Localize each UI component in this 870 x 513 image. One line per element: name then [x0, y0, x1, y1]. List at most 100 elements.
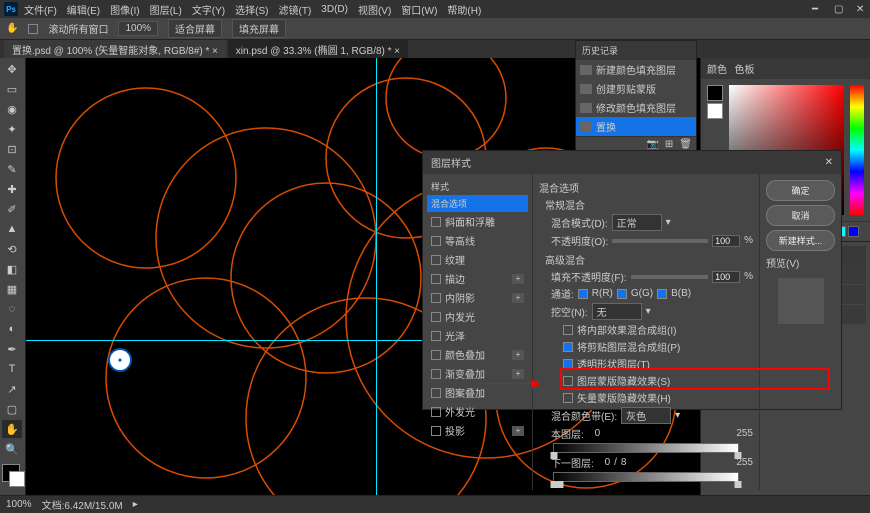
menu-filter[interactable]: 滤镜(T)	[275, 0, 316, 19]
under-layer-slider[interactable]	[553, 472, 739, 482]
menu-image[interactable]: 图像(I)	[106, 0, 143, 19]
camera-icon[interactable]: 📷	[646, 139, 658, 150]
tab-close-icon[interactable]: ×	[212, 46, 218, 57]
hand-tool[interactable]: ✋	[2, 420, 22, 438]
new-style-button[interactable]: 新建样式...	[766, 230, 835, 251]
minimize-icon[interactable]: ━	[808, 2, 822, 17]
history-item[interactable]: 创建剪贴蒙版	[576, 79, 696, 98]
menu-file[interactable]: 文件(F)	[20, 0, 61, 19]
history-panel[interactable]: 历史记录 新建颜色填充图层 创建剪贴蒙版 修改颜色填充图层 置换 📷 ⊞ 🗑	[575, 40, 697, 153]
zoom-tool[interactable]: 🔍	[2, 440, 22, 458]
menu-window[interactable]: 窗口(W)	[397, 0, 441, 19]
close-icon[interactable]: ✕	[852, 2, 866, 17]
channel-b-checkbox[interactable]	[657, 289, 667, 299]
shape-tool[interactable]: ▢	[2, 400, 22, 418]
this-layer-slider[interactable]	[553, 443, 739, 453]
fit-screen-button[interactable]: 适合屏幕	[168, 19, 222, 38]
style-item[interactable]: 描边+	[427, 269, 528, 288]
style-item[interactable]: 投影+	[427, 421, 528, 440]
bg-color[interactable]	[707, 103, 723, 119]
menu-help[interactable]: 帮助(H)	[443, 0, 485, 19]
style-item[interactable]: 内阴影+	[427, 288, 528, 307]
knockout-select[interactable]: 无	[592, 303, 642, 320]
blend-options-item[interactable]: 混合选项	[427, 195, 528, 212]
style-checkbox[interactable]	[431, 350, 441, 360]
color-swatch[interactable]	[2, 464, 20, 482]
dialog-close-icon[interactable]: ✕	[825, 157, 833, 168]
zoom-100-button[interactable]: 100%	[118, 21, 158, 36]
cancel-button[interactable]: 取消	[766, 205, 835, 226]
style-item[interactable]: 颜色叠加+	[427, 345, 528, 364]
style-checkbox[interactable]	[431, 236, 441, 246]
add-effect-icon[interactable]: +	[512, 293, 524, 303]
fg-color[interactable]	[707, 85, 723, 101]
heal-tool[interactable]: ✚	[2, 180, 22, 198]
eraser-tool[interactable]: ◧	[2, 260, 22, 278]
hue-strip[interactable]	[850, 85, 864, 215]
style-checkbox[interactable]	[431, 369, 441, 379]
style-checkbox[interactable]	[431, 217, 441, 227]
chevron-down-icon[interactable]: ▾	[675, 410, 680, 421]
channel-r-checkbox[interactable]	[578, 289, 588, 299]
crop-tool[interactable]: ⊡	[2, 140, 22, 158]
hand-tool-icon[interactable]: ✋	[6, 23, 18, 34]
style-checkbox[interactable]	[431, 255, 441, 265]
history-item[interactable]: 置换	[576, 117, 696, 136]
fill-slider[interactable]	[631, 275, 709, 279]
add-effect-icon[interactable]: +	[512, 350, 524, 360]
chk-vector-mask[interactable]	[563, 393, 573, 403]
maximize-icon[interactable]: ▢	[830, 2, 844, 17]
eyedropper-tool[interactable]: ✎	[2, 160, 22, 178]
chevron-right-icon[interactable]: ▸	[133, 499, 138, 510]
marquee-tool[interactable]: ▭	[2, 80, 22, 98]
blend-mode-select[interactable]: 正常	[612, 214, 662, 231]
chk-layer-mask[interactable]	[563, 376, 573, 386]
color-panel-tab[interactable]: 颜色 色板	[701, 58, 870, 79]
gradient-tool[interactable]: ▦	[2, 280, 22, 298]
style-checkbox[interactable]	[431, 293, 441, 303]
style-item[interactable]: 外发光	[427, 402, 528, 421]
chk-transparency[interactable]	[563, 359, 573, 369]
style-item[interactable]: 斜面和浮雕	[427, 212, 528, 231]
trash-icon[interactable]: 🗑	[679, 139, 692, 150]
tab-document-2[interactable]: xin.psd @ 33.3% (椭圆 1, RGB/8) * ×	[228, 40, 408, 59]
channel-g-checkbox[interactable]	[617, 289, 627, 299]
blur-tool[interactable]: ◌	[2, 300, 22, 318]
chk-interior[interactable]	[563, 325, 573, 335]
menu-layer[interactable]: 图层(L)	[146, 0, 186, 19]
swatch-item[interactable]	[848, 226, 859, 237]
zoom-level[interactable]: 100%	[6, 499, 32, 510]
add-effect-icon[interactable]: +	[512, 274, 524, 284]
menu-3d[interactable]: 3D(D)	[317, 2, 352, 17]
style-item[interactable]: 等高线	[427, 231, 528, 250]
style-checkbox[interactable]	[431, 331, 441, 341]
style-checkbox[interactable]	[431, 312, 441, 322]
style-checkbox[interactable]	[431, 274, 441, 284]
history-item[interactable]: 新建颜色填充图层	[576, 60, 696, 79]
scroll-all-checkbox[interactable]	[28, 24, 38, 34]
opacity-input[interactable]	[712, 235, 740, 247]
fill-input[interactable]	[712, 271, 740, 283]
type-tool[interactable]: T	[2, 360, 22, 378]
dodge-tool[interactable]: ◐	[2, 320, 22, 338]
style-item[interactable]: 纹理	[427, 250, 528, 269]
wand-tool[interactable]: ✦	[2, 120, 22, 138]
menu-type[interactable]: 文字(Y)	[188, 0, 229, 19]
ok-button[interactable]: 确定	[766, 180, 835, 201]
history-brush-tool[interactable]: ⟲	[2, 240, 22, 258]
layer-style-dialog[interactable]: 图层样式 ✕ 样式 混合选项 斜面和浮雕等高线纹理描边+内阴影+内发光光泽颜色叠…	[422, 150, 842, 410]
brush-tool[interactable]: ✐	[2, 200, 22, 218]
tab-close-icon[interactable]: ×	[394, 46, 400, 57]
tab-document-1[interactable]: 置换.psd @ 100% (矢量智能对象, RGB/8#) * ×	[4, 40, 226, 59]
opacity-slider[interactable]	[612, 239, 708, 243]
menu-edit[interactable]: 编辑(E)	[63, 0, 104, 19]
style-item[interactable]: 光泽	[427, 326, 528, 345]
style-checkbox[interactable]	[431, 388, 441, 398]
history-item[interactable]: 修改颜色填充图层	[576, 98, 696, 117]
style-checkbox[interactable]	[431, 426, 441, 436]
chevron-down-icon[interactable]: ▾	[666, 217, 671, 228]
pen-tool[interactable]: ✒	[2, 340, 22, 358]
stamp-tool[interactable]: ▲	[2, 220, 22, 238]
menu-view[interactable]: 视图(V)	[354, 0, 395, 19]
add-effect-icon[interactable]: +	[512, 426, 524, 436]
